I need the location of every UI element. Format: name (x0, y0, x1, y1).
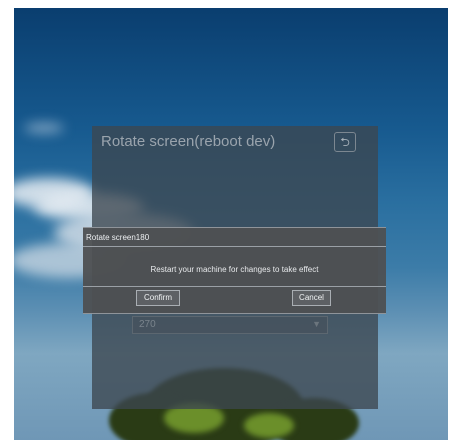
confirm-button[interactable]: Confirm (136, 290, 180, 306)
dialog-title: Rotate screen180 (86, 233, 150, 242)
rotation-select-value: 270 (139, 319, 156, 330)
dialog-divider (83, 286, 386, 287)
dialog-divider (83, 246, 386, 247)
return-icon[interactable]: ⮌ (334, 132, 356, 152)
chevron-down-icon: ▼ (312, 319, 321, 329)
restart-confirm-dialog: Rotate screen180 Restart your machine fo… (83, 227, 386, 314)
rotation-select[interactable]: 270 ▼ (132, 316, 328, 334)
panel-title: Rotate screen(reboot dev) (101, 133, 276, 150)
cancel-button[interactable]: Cancel (292, 290, 331, 306)
dialog-message: Restart your machine for changes to take… (150, 265, 319, 274)
